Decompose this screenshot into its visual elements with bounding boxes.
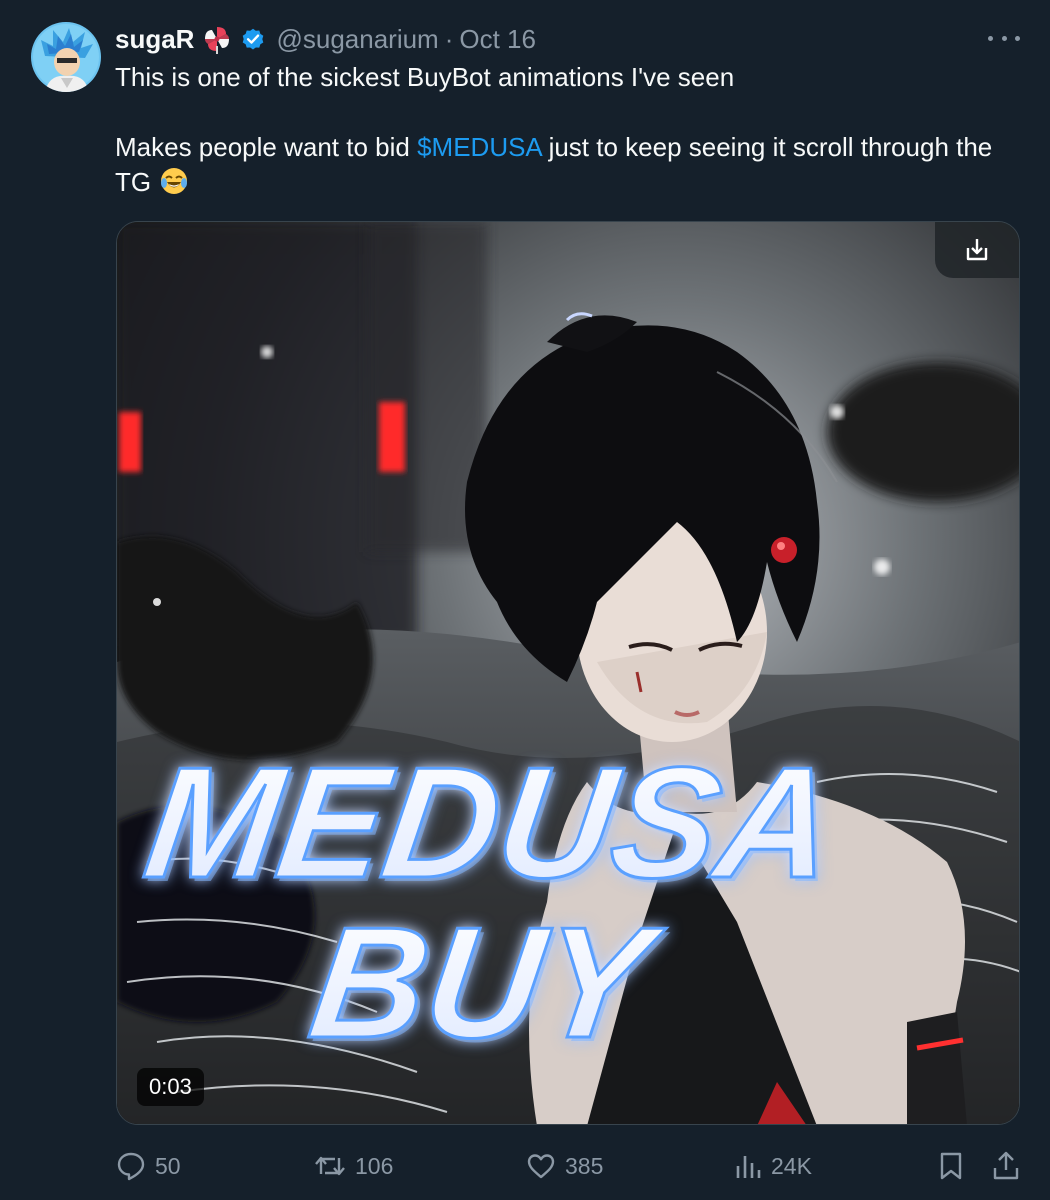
- tweet-date[interactable]: Oct 16: [459, 24, 536, 55]
- reply-button[interactable]: 50: [115, 1148, 181, 1184]
- video-thumbnail: MEDUSA MEDUSA BUY BUY: [117, 222, 1019, 1124]
- action-bar: 50 106 385 24K: [115, 1148, 1025, 1184]
- verified-badge-icon: [243, 28, 264, 50]
- bookmark-button[interactable]: [937, 1148, 973, 1184]
- tweet-text-before-cashtag: Makes people want to bid: [115, 132, 418, 162]
- like-button[interactable]: 385: [525, 1148, 603, 1184]
- separator-dot: ·: [444, 23, 454, 54]
- tweet: sugaR @suganarium · Oct 16 This is one o…: [0, 0, 1050, 1200]
- like-count: 385: [565, 1152, 604, 1179]
- repost-button[interactable]: 106: [313, 1148, 393, 1184]
- pinwheel-candy-icon: [205, 27, 230, 54]
- more-options-icon[interactable]: [988, 26, 1020, 50]
- overlay-word-buy: BUY: [301, 894, 672, 1071]
- tweet-header: sugaR @suganarium · Oct 16: [115, 22, 536, 56]
- display-name[interactable]: sugaR: [115, 24, 194, 55]
- heart-icon: [527, 1154, 555, 1179]
- views-button[interactable]: 24K: [733, 1148, 812, 1184]
- laughing-crying-emoji: [161, 168, 188, 194]
- overlay-word-medusa: MEDUSA: [136, 734, 846, 911]
- tweet-line-2: Makes people want to bid $MEDUSA just to…: [115, 130, 1015, 200]
- download-icon: [966, 239, 988, 261]
- video-duration: 0:03: [137, 1068, 204, 1106]
- bookmark-icon: [940, 1152, 962, 1180]
- video-player[interactable]: MEDUSA MEDUSA BUY BUY 0:03: [116, 221, 1020, 1125]
- download-button[interactable]: [935, 222, 1019, 278]
- reply-icon: [117, 1152, 145, 1181]
- avatar[interactable]: [31, 22, 101, 92]
- tweet-line-1: This is one of the sickest BuyBot animat…: [115, 62, 735, 92]
- repost-icon: [315, 1156, 345, 1176]
- repost-count: 106: [355, 1152, 394, 1179]
- views-icon: [736, 1156, 761, 1178]
- user-handle[interactable]: @suganarium: [276, 24, 438, 55]
- reply-count: 50: [155, 1152, 181, 1179]
- cashtag-link[interactable]: $MEDUSA: [417, 132, 541, 162]
- tweet-text: This is one of the sickest BuyBot animat…: [115, 60, 1015, 200]
- share-button[interactable]: [991, 1148, 1029, 1184]
- views-count: 24K: [771, 1152, 812, 1179]
- share-icon: [993, 1151, 1019, 1180]
